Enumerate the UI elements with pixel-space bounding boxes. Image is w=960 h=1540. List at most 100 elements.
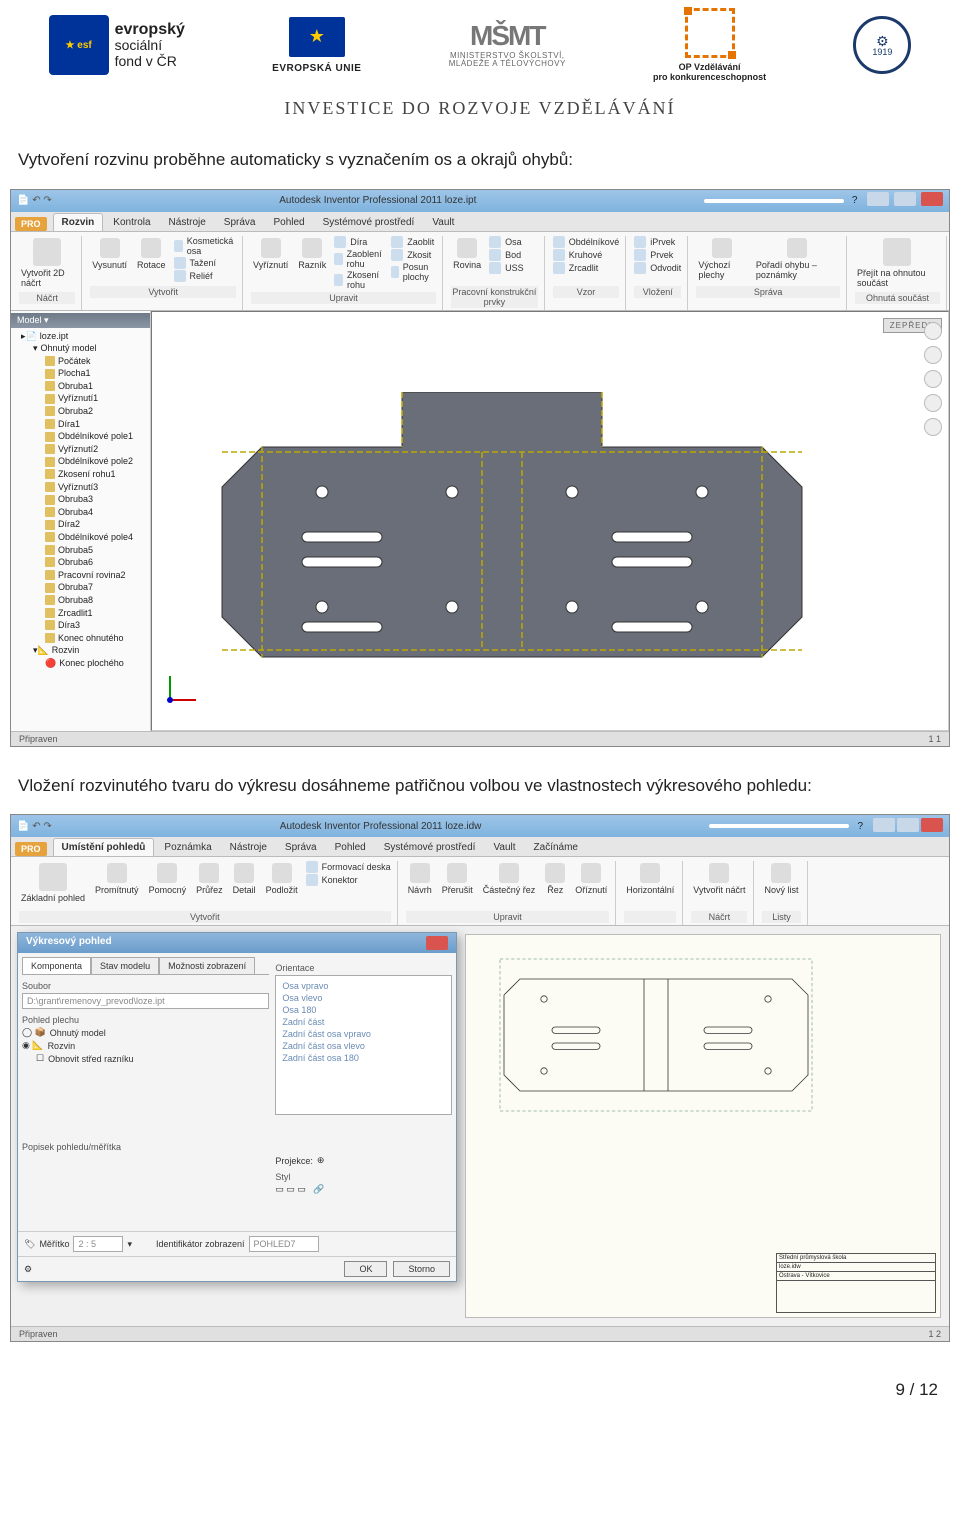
axis-button[interactable]: Osa	[489, 236, 524, 248]
orientation-option[interactable]: Zadní část osa vpravo	[280, 1028, 447, 1040]
section-view-button[interactable]: Průřez	[194, 861, 225, 897]
tree-item[interactable]: Zrcadlit1	[15, 607, 146, 620]
close-button[interactable]	[921, 192, 943, 206]
tab-getstarted[interactable]: Začínáme	[526, 839, 586, 856]
orientation-option[interactable]: Zadní část osa 180	[280, 1052, 447, 1064]
tree-item[interactable]: Obruba8	[15, 594, 146, 607]
tab-manage[interactable]: Správa	[277, 839, 325, 856]
help-icon[interactable]: ?	[857, 821, 863, 832]
tab-view[interactable]: Pohled	[327, 839, 374, 856]
go-to-folded-button[interactable]: Přejít na ohnutou součást	[855, 236, 940, 290]
breakout-button[interactable]: Částečný řez	[481, 861, 538, 897]
extrude-button[interactable]: Vysunutí	[90, 236, 129, 272]
plane-button[interactable]: Rovina	[451, 236, 483, 272]
orientation-option[interactable]: Zadní část	[280, 1016, 447, 1028]
tree-item[interactable]: Konec ohnutého	[15, 632, 146, 645]
create-sketch-button[interactable]: Vytvořit náčrt	[691, 861, 747, 897]
aux-view-button[interactable]: Pomocný	[147, 861, 189, 897]
orientation-list[interactable]: Osa vpravoOsa vlevoOsa 180Zadní částZadn…	[275, 975, 452, 1115]
projection-icon[interactable]: ⊕	[317, 1155, 325, 1166]
tree-item[interactable]: Obdélníkové pole1	[15, 430, 146, 443]
derive-button[interactable]: Odvodit	[634, 262, 681, 274]
tab-tools[interactable]: Nástroje	[222, 839, 275, 856]
tab-annotate[interactable]: Poznámka	[156, 839, 219, 856]
style-toggles[interactable]: ▭ ▭ ▭ 🔗	[275, 1184, 452, 1195]
orbit-icon[interactable]	[924, 394, 942, 412]
overlay-button[interactable]: Podložit	[264, 861, 300, 897]
tab-nastroje[interactable]: Nástroje	[161, 214, 214, 231]
zoom-icon[interactable]	[924, 370, 942, 388]
punch-button[interactable]: Razník	[296, 236, 328, 272]
nailboard-button[interactable]: Formovací deska	[306, 861, 391, 873]
crop-button[interactable]: Oříznutí	[573, 861, 609, 897]
minimize-button[interactable]	[867, 192, 889, 206]
minimize-button[interactable]	[873, 818, 895, 832]
radio-flat[interactable]: ◉ 📐Rozvin	[22, 1040, 269, 1051]
base-view-button[interactable]: Základní pohled	[19, 861, 87, 905]
break-button[interactable]: Přerušit	[440, 861, 475, 897]
tree-item[interactable]: Vyříznutí2	[15, 443, 146, 456]
rect-pattern-button[interactable]: Obdélníkové	[553, 236, 620, 248]
cosmetic-centerline-button[interactable]: Kosmetická osa	[174, 236, 237, 256]
tree-item[interactable]: Obruba1	[15, 380, 146, 393]
detail-view-button[interactable]: Detail	[231, 861, 258, 897]
dlg-tab-model-state[interactable]: Stav modelu	[91, 957, 159, 974]
dlg-tab-component[interactable]: Komponenta	[22, 957, 91, 974]
tree-item[interactable]: Pracovní rovina2	[15, 569, 146, 582]
help-search-input[interactable]	[704, 199, 844, 203]
maximize-button[interactable]	[897, 818, 919, 832]
tree-item[interactable]: Obruba5	[15, 544, 146, 557]
orientation-option[interactable]: Zadní část osa vlevo	[280, 1040, 447, 1052]
tree-item[interactable]: Obruba4	[15, 506, 146, 519]
tree-rozvin[interactable]: ▾📐Rozvin	[15, 644, 146, 657]
model-browser[interactable]: Model ▾ ▸📄loze.ipt ▾Ohnutý model Počátek…	[11, 311, 151, 731]
chamfer-button[interactable]: Zkosit	[391, 249, 436, 261]
ifeature-button[interactable]: iPrvek	[634, 236, 681, 248]
point-button[interactable]: Bod	[489, 249, 524, 261]
connector-button[interactable]: Konektor	[306, 874, 391, 886]
maximize-button[interactable]	[894, 192, 916, 206]
tree-item[interactable]: Vyříznutí3	[15, 481, 146, 494]
slice-button[interactable]: Řez	[543, 861, 567, 897]
draft-button[interactable]: Návrh	[406, 861, 434, 897]
tab-pohled[interactable]: Pohled	[265, 214, 312, 231]
tree-item[interactable]: Obdélníkové pole4	[15, 531, 146, 544]
revolve-button[interactable]: Rotace	[135, 236, 168, 272]
dialog-titlebar[interactable]: Výkresový pohled	[18, 933, 456, 953]
pan-icon[interactable]	[924, 346, 942, 364]
browser-title[interactable]: Model ▾	[11, 313, 150, 328]
tab-environments[interactable]: Systémové prostředí	[376, 839, 484, 856]
circ-pattern-button[interactable]: Kruhové	[553, 249, 620, 261]
cut-button[interactable]: Vyříznutí	[251, 236, 290, 272]
help-search-input[interactable]	[709, 824, 849, 828]
help-icon[interactable]: ?	[852, 195, 858, 206]
tab-place-views[interactable]: Umístění pohledů	[53, 838, 155, 856]
default-sheets-button[interactable]: Výchozí plechy	[696, 236, 748, 282]
create-2d-sketch-button[interactable]: Vytvořit 2D náčrt	[19, 236, 75, 290]
drawing-sheet[interactable]: Střední průmyslová škola loze.idw Ostrav…	[465, 934, 941, 1318]
tree-item[interactable]: Díra1	[15, 418, 146, 431]
tree-root[interactable]: ▸📄loze.ipt	[15, 330, 146, 343]
tree-item[interactable]: Obdélníkové pole2	[15, 455, 146, 468]
bend-order-button[interactable]: Pořadí ohybu – poznámky	[754, 236, 840, 282]
view-id-input[interactable]	[249, 1236, 319, 1252]
tree-end-flat[interactable]: 🔴Konec plochého	[15, 657, 146, 670]
tree-item[interactable]: Zkosení rohu1	[15, 468, 146, 481]
corner-round-button[interactable]: Zaoblení rohu	[334, 249, 385, 269]
tab-vault[interactable]: Vault	[485, 839, 523, 856]
ucs-button[interactable]: USS	[489, 262, 524, 274]
tree-item[interactable]: Díra3	[15, 619, 146, 632]
dlg-tab-display-opts[interactable]: Možnosti zobrazení	[159, 957, 255, 974]
tree-item[interactable]: Vyříznutí1	[15, 392, 146, 405]
move-face-button[interactable]: Posun plochy	[391, 262, 436, 282]
tree-folded-model[interactable]: ▾Ohnutý model	[15, 342, 146, 355]
tree-item[interactable]: Plocha1	[15, 367, 146, 380]
scale-input[interactable]	[73, 1236, 123, 1252]
close-button[interactable]	[921, 818, 943, 832]
mirror-button[interactable]: Zrcadlit	[553, 262, 620, 274]
ok-button[interactable]: OK	[344, 1261, 387, 1277]
radio-folded[interactable]: ◯ 📦Ohnutý model	[22, 1027, 269, 1038]
hole-button[interactable]: Díra	[334, 236, 385, 248]
tab-systemove[interactable]: Systémové prostředí	[315, 214, 423, 231]
options-icon[interactable]: ⚙	[24, 1264, 32, 1275]
